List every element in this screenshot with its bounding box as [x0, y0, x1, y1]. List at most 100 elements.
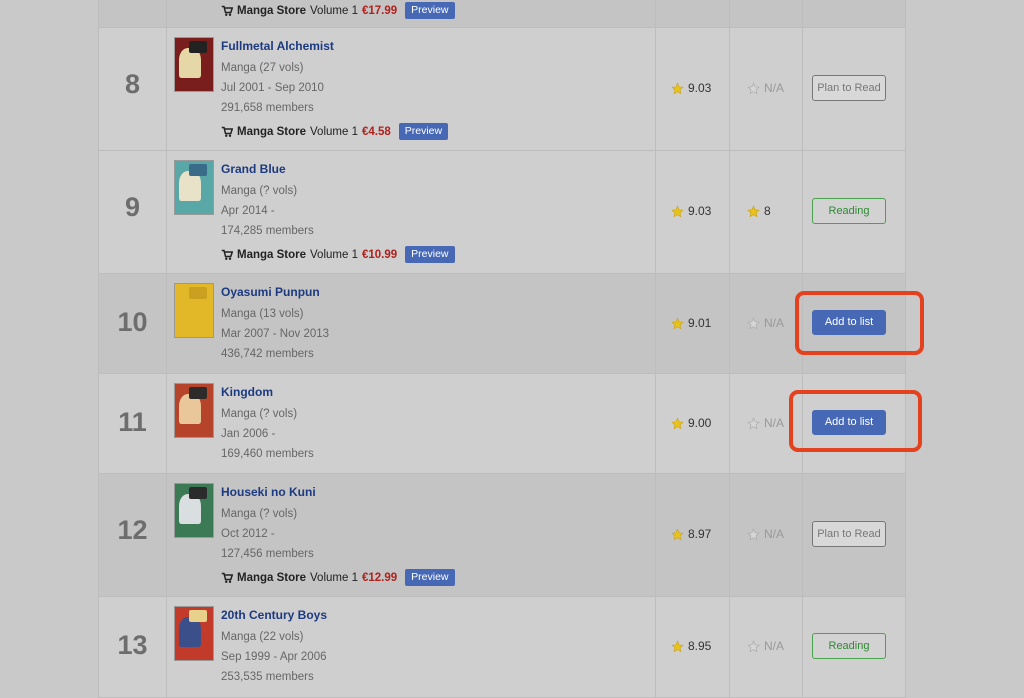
manga-title-link[interactable]: Fullmetal Alchemist — [221, 39, 334, 53]
score-value: 8.95 — [688, 639, 712, 653]
score-cell: 8.97 — [671, 527, 711, 541]
reading-status-button[interactable]: Reading — [812, 198, 886, 224]
rank-number: 9 — [124, 192, 141, 222]
my-score-value: N/A — [764, 316, 785, 330]
star-icon — [747, 204, 760, 217]
cart-icon — [221, 249, 233, 260]
manga-info: Manga (? vols) Jan 2006 - 169,460 member… — [221, 404, 314, 464]
manga-info: Manga (22 vols) Sep 1999 - Apr 2006 253,… — [221, 627, 327, 687]
type-vols: Manga (? vols) — [221, 185, 298, 197]
rank-number: 11 — [118, 407, 147, 437]
cover-image[interactable] — [174, 606, 214, 661]
cover-image[interactable] — [174, 160, 214, 215]
store-price: €10.99 — [361, 248, 398, 261]
volume-label: Volume 1 — [310, 4, 358, 17]
score-value: 9.00 — [688, 416, 712, 430]
cart-icon — [221, 126, 233, 137]
rank-number: 13 — [117, 630, 148, 660]
score-cell: 8.95 — [671, 639, 711, 653]
preview-button[interactable]: Preview — [405, 2, 455, 19]
manga-store-link[interactable]: Manga Store Volume 1 €12.99 Preview — [221, 569, 455, 586]
cover-image[interactable] — [174, 483, 214, 538]
publish-dates: Apr 2014 - — [221, 205, 275, 217]
rank-number: 10 — [117, 307, 148, 337]
score-value: 9.03 — [688, 81, 712, 95]
store-price: €4.58 — [361, 125, 391, 138]
manga-store-link[interactable]: Manga Store Volume 1 €4.58 Preview — [221, 123, 449, 140]
manga-title-link[interactable]: Oyasumi Punpun — [221, 285, 320, 299]
table-row: Manga Store Volume 1 €17.99 Preview — [99, 0, 905, 28]
preview-button[interactable]: Preview — [405, 569, 455, 586]
manga-title-link[interactable]: 20th Century Boys — [221, 608, 327, 622]
plan-to-read-button[interactable]: Plan to Read — [812, 521, 886, 547]
add-to-list-button[interactable]: Add to list — [812, 410, 886, 435]
manga-title-link[interactable]: Houseki no Kuni — [221, 485, 316, 499]
preview-button[interactable]: Preview — [398, 123, 449, 140]
table-row: 11 Kingdom Manga (? vols) Jan 2006 - 169… — [99, 374, 905, 474]
my-score-cell: N/A — [747, 527, 784, 541]
store-price: €17.99 — [361, 4, 398, 17]
volume-label: Volume 1 — [310, 248, 358, 261]
store-price: €12.99 — [361, 571, 398, 584]
score-cell: 9.03 — [671, 204, 711, 218]
manga-title-link[interactable]: Grand Blue — [221, 162, 286, 176]
my-score-value: 8 — [764, 204, 771, 218]
table-row: 9 Grand Blue Manga (? vols) Apr 2014 - 1… — [99, 151, 905, 274]
star-icon — [747, 527, 760, 540]
members-count: 174,285 members — [221, 225, 314, 237]
rank-number: 12 — [117, 515, 148, 545]
publish-dates: Oct 2012 - — [221, 528, 275, 540]
publish-dates: Jul 2001 - Sep 2010 — [221, 82, 324, 94]
manga-title-link[interactable]: Kingdom — [221, 385, 273, 399]
cover-image[interactable] — [174, 283, 214, 338]
score-cell: 9.00 — [671, 416, 711, 430]
type-vols: Manga (? vols) — [221, 408, 298, 420]
publish-dates: Sep 1999 - Apr 2006 — [221, 651, 327, 663]
star-icon — [671, 527, 684, 540]
score-value: 9.03 — [688, 204, 712, 218]
score-value: 8.97 — [688, 527, 712, 541]
manga-info: Manga (? vols) Oct 2012 - 127,456 member… — [221, 504, 314, 564]
my-score-cell: N/A — [747, 81, 784, 95]
cover-image[interactable] — [174, 383, 214, 438]
my-score-cell: 8 — [747, 204, 771, 218]
star-icon — [671, 81, 684, 94]
members-count: 436,742 members — [221, 348, 314, 360]
type-vols: Manga (22 vols) — [221, 631, 304, 643]
cart-icon — [221, 5, 233, 16]
store-brand: Manga Store — [237, 571, 307, 584]
table-row: 12 Houseki no Kuni Manga (? vols) Oct 20… — [99, 474, 905, 597]
star-icon — [671, 416, 684, 429]
my-score-value: N/A — [764, 416, 785, 430]
star-icon — [671, 316, 684, 329]
reading-status-button[interactable]: Reading — [812, 633, 886, 659]
store-brand: Manga Store — [237, 4, 307, 17]
my-score-cell: N/A — [747, 639, 784, 653]
my-score-cell: N/A — [747, 416, 784, 430]
my-score-value: N/A — [764, 639, 785, 653]
manga-store-link[interactable]: Manga Store Volume 1 €17.99 Preview — [221, 2, 455, 19]
my-score-cell: N/A — [747, 316, 784, 330]
preview-button[interactable]: Preview — [405, 246, 455, 263]
publish-dates: Jan 2006 - — [221, 428, 276, 440]
manga-info: Manga (27 vols) Jul 2001 - Sep 2010 291,… — [221, 58, 324, 118]
star-icon — [747, 81, 760, 94]
manga-store-link[interactable]: Manga Store Volume 1 €10.99 Preview — [221, 246, 455, 263]
ranking-table: Manga Store Volume 1 €17.99 Preview 8 Fu… — [98, 0, 906, 698]
star-icon — [671, 639, 684, 652]
rank-number: 8 — [124, 69, 141, 99]
plan-to-read-button[interactable]: Plan to Read — [812, 75, 886, 101]
volume-label: Volume 1 — [310, 125, 358, 138]
type-vols: Manga (? vols) — [221, 508, 298, 520]
my-score-value: N/A — [764, 527, 785, 541]
table-row: 13 20th Century Boys Manga (22 vols) Sep… — [99, 597, 905, 698]
score-cell: 9.03 — [671, 81, 711, 95]
score-value: 9.01 — [688, 316, 712, 330]
members-count: 291,658 members — [221, 102, 314, 114]
table-row: 8 Fullmetal Alchemist Manga (27 vols) Ju… — [99, 28, 905, 151]
my-score-value: N/A — [764, 81, 785, 95]
manga-info: Manga (13 vols) Mar 2007 - Nov 2013 436,… — [221, 304, 329, 364]
add-to-list-button[interactable]: Add to list — [812, 310, 886, 335]
cover-image[interactable] — [174, 37, 214, 92]
volume-label: Volume 1 — [310, 571, 358, 584]
